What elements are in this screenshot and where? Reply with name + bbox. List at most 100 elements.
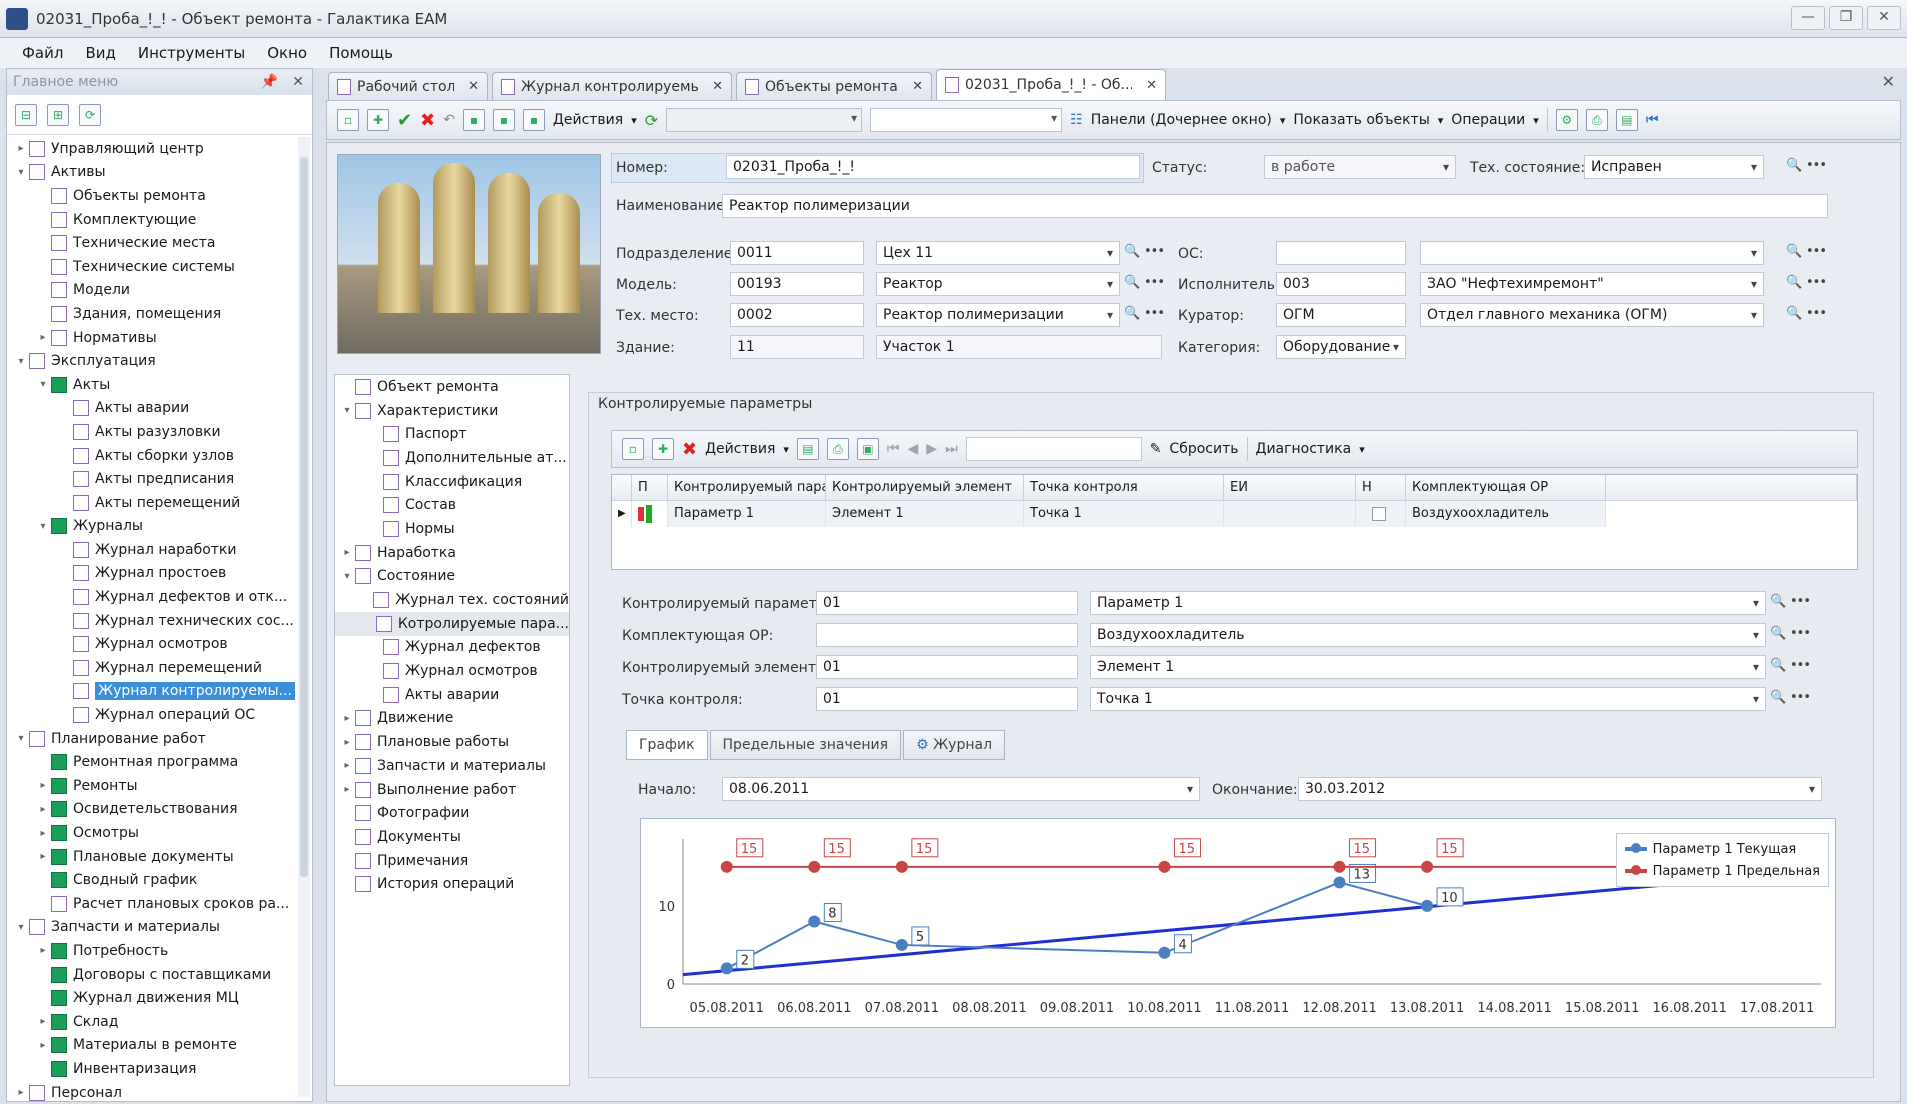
- params-actions-menu[interactable]: Действия: [705, 441, 775, 457]
- search-icon[interactable]: 🔍: [1770, 658, 1786, 673]
- param-code-field[interactable]: 01: [816, 591, 1078, 615]
- ellipsis-icon[interactable]: •••: [1144, 306, 1165, 321]
- element-code-field[interactable]: 01: [816, 655, 1078, 679]
- sidebar-item[interactable]: Акты аварии: [7, 397, 297, 421]
- printer-icon[interactable]: ⎙: [1585, 109, 1608, 131]
- settings-icon[interactable]: ⚙: [1555, 109, 1578, 131]
- name-field[interactable]: Реактор полимеризации: [722, 194, 1828, 218]
- eraser-icon[interactable]: ✎: [1150, 441, 1162, 457]
- tab-journal[interactable]: ⚙ Журнал: [903, 730, 1006, 760]
- nav-tree-item[interactable]: ▸ Запчасти и материалы: [335, 754, 569, 778]
- actions-menu[interactable]: Действия: [553, 112, 623, 128]
- sidebar-item[interactable]: ▾ Запчасти и материалы: [7, 916, 297, 940]
- nav-tree-item[interactable]: Дополнительные ат...: [335, 446, 569, 470]
- category-select[interactable]: Оборудование: [1276, 335, 1406, 359]
- undo-icon[interactable]: ↶: [443, 112, 455, 128]
- show-objects-menu[interactable]: Показать объекты: [1293, 112, 1429, 128]
- column-header-param[interactable]: Контролируемый пара...: [668, 475, 826, 501]
- nav-tree-item[interactable]: ▸ Выполнение работ: [335, 778, 569, 802]
- column-header-n[interactable]: Н: [1356, 475, 1406, 501]
- sidebar-item[interactable]: Журнал операций ОС: [7, 703, 297, 727]
- column-header-element[interactable]: Контролируемый элемент: [826, 475, 1024, 501]
- expander-icon[interactable]: ▸: [37, 804, 49, 815]
- search-icon[interactable]: 🔍: [1786, 158, 1802, 173]
- main-menu-scrollbar[interactable]: [298, 137, 310, 1097]
- sidebar-item[interactable]: Здания, помещения: [7, 302, 297, 326]
- expander-icon[interactable]: ▸: [37, 780, 49, 791]
- sidebar-item[interactable]: Журнал технических сос...: [7, 609, 297, 633]
- sidebar-item[interactable]: ▸ Управляющий центр: [7, 137, 297, 161]
- tech-state-select[interactable]: Исправен: [1584, 155, 1764, 179]
- expander-icon[interactable]: ▸: [37, 851, 49, 862]
- ellipsis-icon[interactable]: •••: [1790, 594, 1811, 609]
- first-record-icon[interactable]: ⏮: [1646, 112, 1659, 128]
- sidebar-item[interactable]: ▸ Нормативы: [7, 326, 297, 350]
- sidebar-item[interactable]: Акты предписания: [7, 467, 297, 491]
- nav-tree-item[interactable]: Состав: [335, 493, 569, 517]
- sidebar-item[interactable]: ▾ Акты: [7, 373, 297, 397]
- sidebar-item[interactable]: ▸ Материалы в ремонте: [7, 1034, 297, 1058]
- document-tab[interactable]: Объекты ремонта ✕: [736, 72, 932, 100]
- ellipsis-icon[interactable]: •••: [1806, 306, 1827, 321]
- nav-tree-item[interactable]: ▾ Характеристики: [335, 399, 569, 423]
- expander-icon[interactable]: ▾: [341, 405, 353, 416]
- document-tab[interactable]: Журнал контролируемы... ✕: [492, 72, 732, 100]
- add-icon[interactable]: ✚: [367, 109, 389, 131]
- ellipsis-icon[interactable]: •••: [1790, 690, 1811, 705]
- close-tab-icon[interactable]: ✕: [912, 79, 923, 94]
- sidebar-item[interactable]: Журнал перемещений: [7, 656, 297, 680]
- prev-record-icon[interactable]: ◀: [908, 441, 919, 457]
- number-field[interactable]: 02031_Проба_!_!: [726, 155, 1140, 179]
- status-select[interactable]: в работе: [1264, 155, 1456, 179]
- ellipsis-icon[interactable]: •••: [1806, 244, 1827, 259]
- point-code-field[interactable]: 01: [816, 687, 1078, 711]
- next-record-icon[interactable]: ▶: [926, 441, 937, 457]
- search-icon[interactable]: 🔍: [1770, 690, 1786, 705]
- sidebar-item[interactable]: Технические места: [7, 231, 297, 255]
- nav-tree-item[interactable]: Журнал дефектов: [335, 636, 569, 660]
- pin-icon[interactable]: 📌: [261, 69, 278, 95]
- sidebar-item[interactable]: Комплектующие: [7, 208, 297, 232]
- expander-icon[interactable]: ▸: [37, 828, 49, 839]
- close-tab-icon[interactable]: ✕: [468, 79, 479, 94]
- expander-icon[interactable]: ▾: [15, 922, 27, 933]
- component-name-select[interactable]: Воздухоохладитель: [1090, 623, 1766, 647]
- nav-tree-item[interactable]: Объект ремонта: [335, 375, 569, 399]
- sidebar-item[interactable]: Инвентаризация: [7, 1057, 297, 1081]
- close-window-button[interactable]: ✕: [1867, 6, 1901, 30]
- sidebar-item[interactable]: Сводный график: [7, 868, 297, 892]
- print-icon[interactable]: ⎙: [826, 438, 849, 460]
- sidebar-item[interactable]: Ремонтная программа: [7, 750, 297, 774]
- save-check-icon[interactable]: ✔: [397, 110, 412, 131]
- menu-tools[interactable]: Инструменты: [138, 44, 245, 62]
- expander-icon[interactable]: ▸: [15, 143, 27, 154]
- sidebar-item[interactable]: ▸ Потребность: [7, 939, 297, 963]
- nav-tree-item[interactable]: ▾ Состояние: [335, 565, 569, 589]
- new-document-icon[interactable]: ▫: [337, 109, 359, 131]
- sidebar-item[interactable]: ▸ Ремонты: [7, 774, 297, 798]
- sidebar-item[interactable]: ▸ Освидетельствования: [7, 798, 297, 822]
- param-name-select[interactable]: Параметр 1: [1090, 591, 1766, 615]
- curator-code-field[interactable]: ОГМ: [1276, 303, 1406, 327]
- sidebar-item[interactable]: Модели: [7, 279, 297, 303]
- expander-icon[interactable]: ▸: [341, 547, 353, 558]
- last-record-icon[interactable]: ⏭: [945, 441, 958, 457]
- sidebar-item[interactable]: Объекты ремонта: [7, 184, 297, 208]
- sidebar-item[interactable]: Договоры с поставщиками: [7, 963, 297, 987]
- n-checkbox[interactable]: [1372, 506, 1386, 521]
- column-header-unit[interactable]: ЕИ: [1224, 475, 1356, 501]
- close-icon[interactable]: ✕: [292, 69, 304, 95]
- new-record-icon[interactable]: ▫: [622, 438, 644, 460]
- nav-tree-item[interactable]: ▸ Плановые работы: [335, 730, 569, 754]
- nav-tree-item[interactable]: История операций: [335, 872, 569, 896]
- refresh-icon[interactable]: ⟳: [79, 103, 101, 126]
- filter-combo[interactable]: [666, 108, 863, 132]
- search-icon[interactable]: 🔍: [1124, 244, 1140, 259]
- menu-view[interactable]: Вид: [85, 44, 115, 62]
- refresh-icon[interactable]: ⟳: [645, 111, 658, 130]
- nav-tree-item[interactable]: Котролируемые пара...: [335, 611, 569, 636]
- report-icon[interactable]: ▤: [1615, 109, 1638, 131]
- search-icon[interactable]: 🔍: [1786, 244, 1802, 259]
- expander-icon[interactable]: ▸: [341, 760, 353, 771]
- expander-icon[interactable]: ▸: [37, 945, 49, 956]
